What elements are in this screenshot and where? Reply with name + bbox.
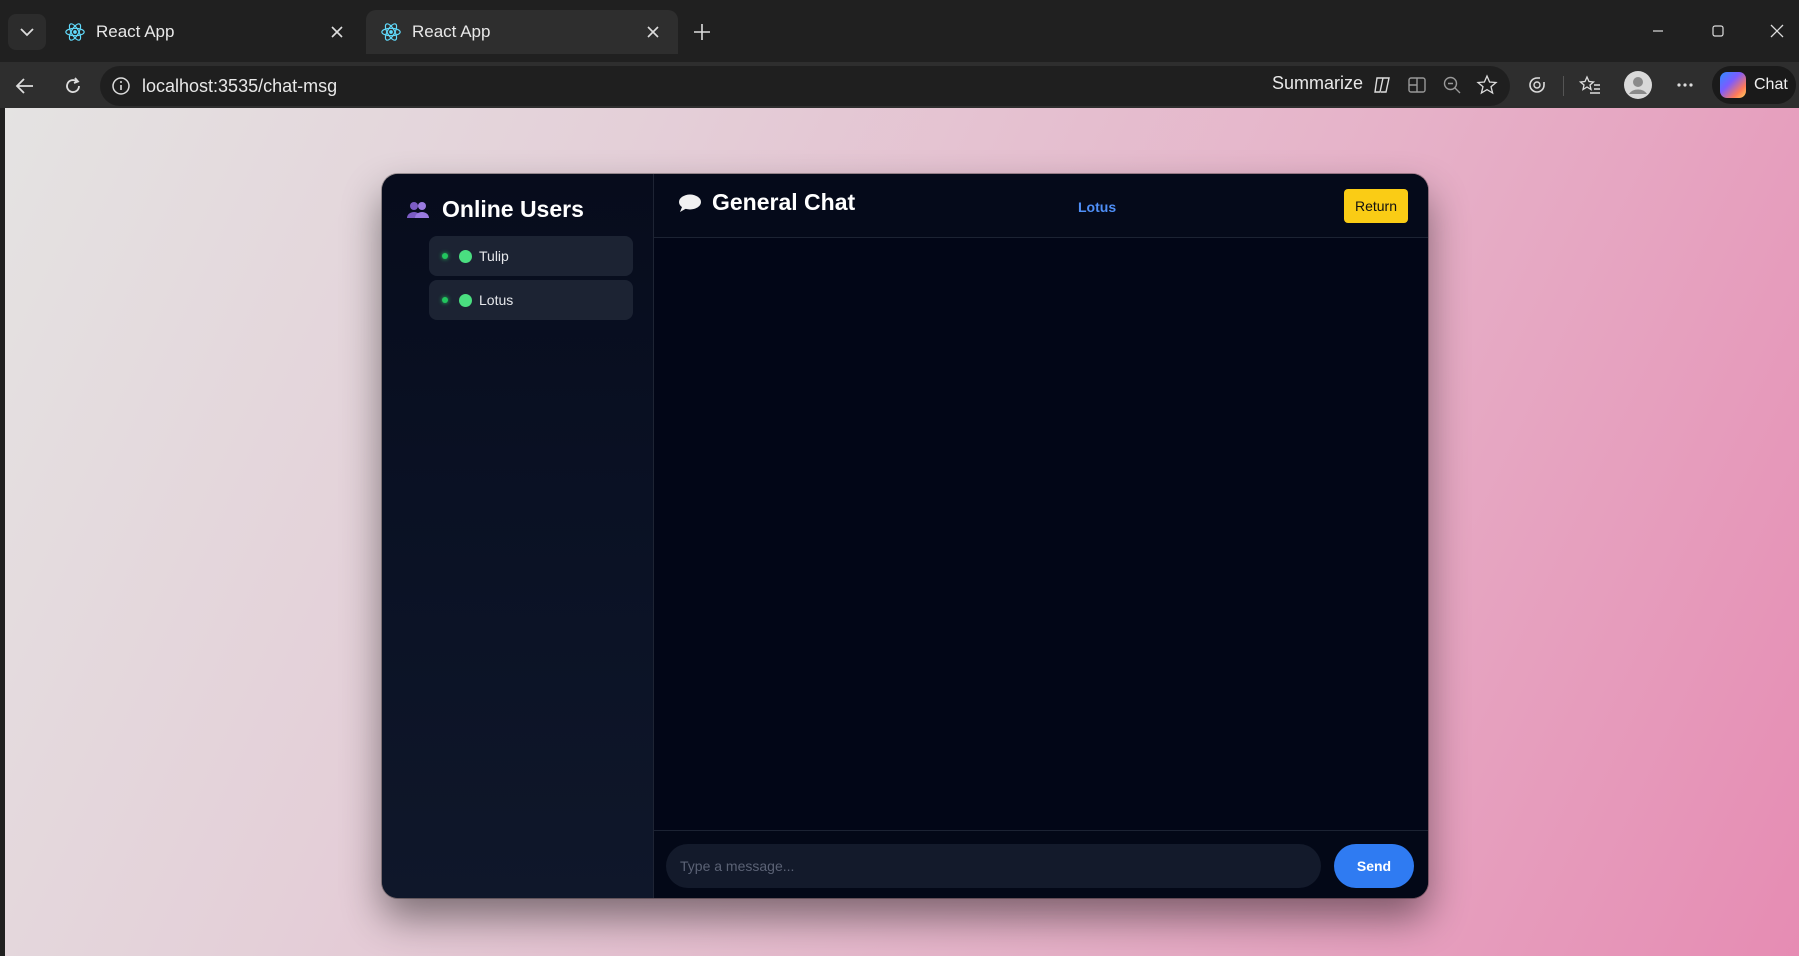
chevron-down-icon	[20, 28, 34, 37]
zoom-out-icon	[1443, 76, 1461, 94]
close-tab-button[interactable]	[326, 21, 348, 43]
browser-tab-bar: React App React App	[0, 0, 1799, 62]
tab-actions-menu-button[interactable]	[8, 14, 46, 50]
message-composer: Send	[654, 830, 1428, 898]
copilot-icon	[1374, 77, 1390, 93]
favorites-button[interactable]	[1575, 70, 1605, 100]
zoom-out-button[interactable]	[1437, 70, 1467, 100]
message-input[interactable]	[666, 844, 1321, 888]
back-button[interactable]	[8, 69, 42, 103]
toolbar-separator	[1563, 76, 1564, 96]
tab-title: React App	[412, 22, 491, 41]
react-icon	[381, 23, 401, 41]
info-icon[interactable]	[110, 75, 132, 97]
user-list-item-lotus[interactable]: Lotus	[429, 280, 633, 320]
new-tab-icon	[694, 24, 710, 40]
copilot-icon	[1720, 72, 1746, 98]
extensions-icon	[1529, 77, 1545, 93]
profile-icon	[1624, 71, 1652, 99]
users-icon	[407, 201, 429, 218]
add-favorite-button[interactable]	[1472, 70, 1502, 100]
more-options-button[interactable]	[1670, 70, 1700, 100]
user-list-item-tulip[interactable]: Tulip	[429, 236, 633, 276]
browser-tab-1[interactable]: React App	[50, 10, 362, 54]
chat-title: General Chat	[678, 189, 855, 216]
minimize-button[interactable]	[1638, 14, 1678, 48]
browser-tab-2[interactable]: React App	[366, 10, 678, 54]
more-icon	[1677, 83, 1693, 87]
close-tab-button[interactable]	[642, 21, 664, 43]
window-close-button[interactable]	[1757, 14, 1797, 48]
sidebar-title: Online Users	[442, 196, 584, 222]
chat-title-text: General Chat	[712, 189, 856, 215]
refresh-button[interactable]	[56, 69, 90, 103]
refresh-icon	[66, 77, 80, 93]
online-indicator	[442, 297, 448, 303]
status-dot-icon	[459, 249, 472, 263]
chat-app-card: Online Users Tulip Lotus General Chat Lo…	[382, 174, 1428, 898]
favorites-list-icon	[1579, 75, 1600, 94]
user-name: Lotus	[479, 292, 514, 308]
message-list[interactable]	[654, 238, 1428, 830]
favorite-star-icon	[1476, 74, 1498, 95]
return-button[interactable]: Return	[1344, 189, 1408, 223]
page-background: Online Users Tulip Lotus General Chat Lo…	[5, 108, 1799, 956]
window-close-icon	[1770, 24, 1784, 38]
summarize-button[interactable]: Summarize	[1272, 73, 1363, 94]
browser-toolbar: localhost:3535/chat-msg Summarize Chat	[0, 62, 1799, 108]
profile-button[interactable]	[1623, 70, 1653, 100]
send-button[interactable]: Send	[1334, 844, 1414, 888]
current-user-label: Lotus	[1078, 199, 1117, 215]
extensions-button[interactable]	[1522, 70, 1552, 100]
copilot-chat-button[interactable]: Chat	[1712, 66, 1796, 104]
status-dot-icon	[459, 293, 472, 307]
close-icon	[647, 26, 659, 38]
chat-panel: General Chat Lotus Return Send	[654, 174, 1428, 898]
restore-button[interactable]	[1698, 14, 1738, 48]
url-text[interactable]: localhost:3535/chat-msg	[142, 76, 337, 97]
tab-title: React App	[96, 22, 175, 41]
new-tab-button[interactable]	[686, 16, 718, 48]
minimize-icon	[1653, 30, 1663, 32]
speech-bubble-icon	[679, 194, 701, 212]
restore-icon	[1712, 25, 1724, 37]
close-icon	[331, 26, 343, 38]
user-name: Tulip	[479, 248, 509, 264]
copilot-summarize-button[interactable]	[1367, 70, 1397, 100]
copilot-chat-label: Chat	[1754, 76, 1788, 93]
chat-header: General Chat Lotus Return	[654, 174, 1428, 238]
split-screen-icon	[1408, 77, 1426, 93]
back-icon	[15, 78, 33, 94]
online-indicator	[442, 253, 448, 259]
react-icon	[65, 23, 85, 41]
online-users-heading: Online Users	[406, 196, 584, 223]
online-users-sidebar: Online Users Tulip Lotus	[382, 174, 654, 898]
split-screen-button[interactable]	[1402, 70, 1432, 100]
